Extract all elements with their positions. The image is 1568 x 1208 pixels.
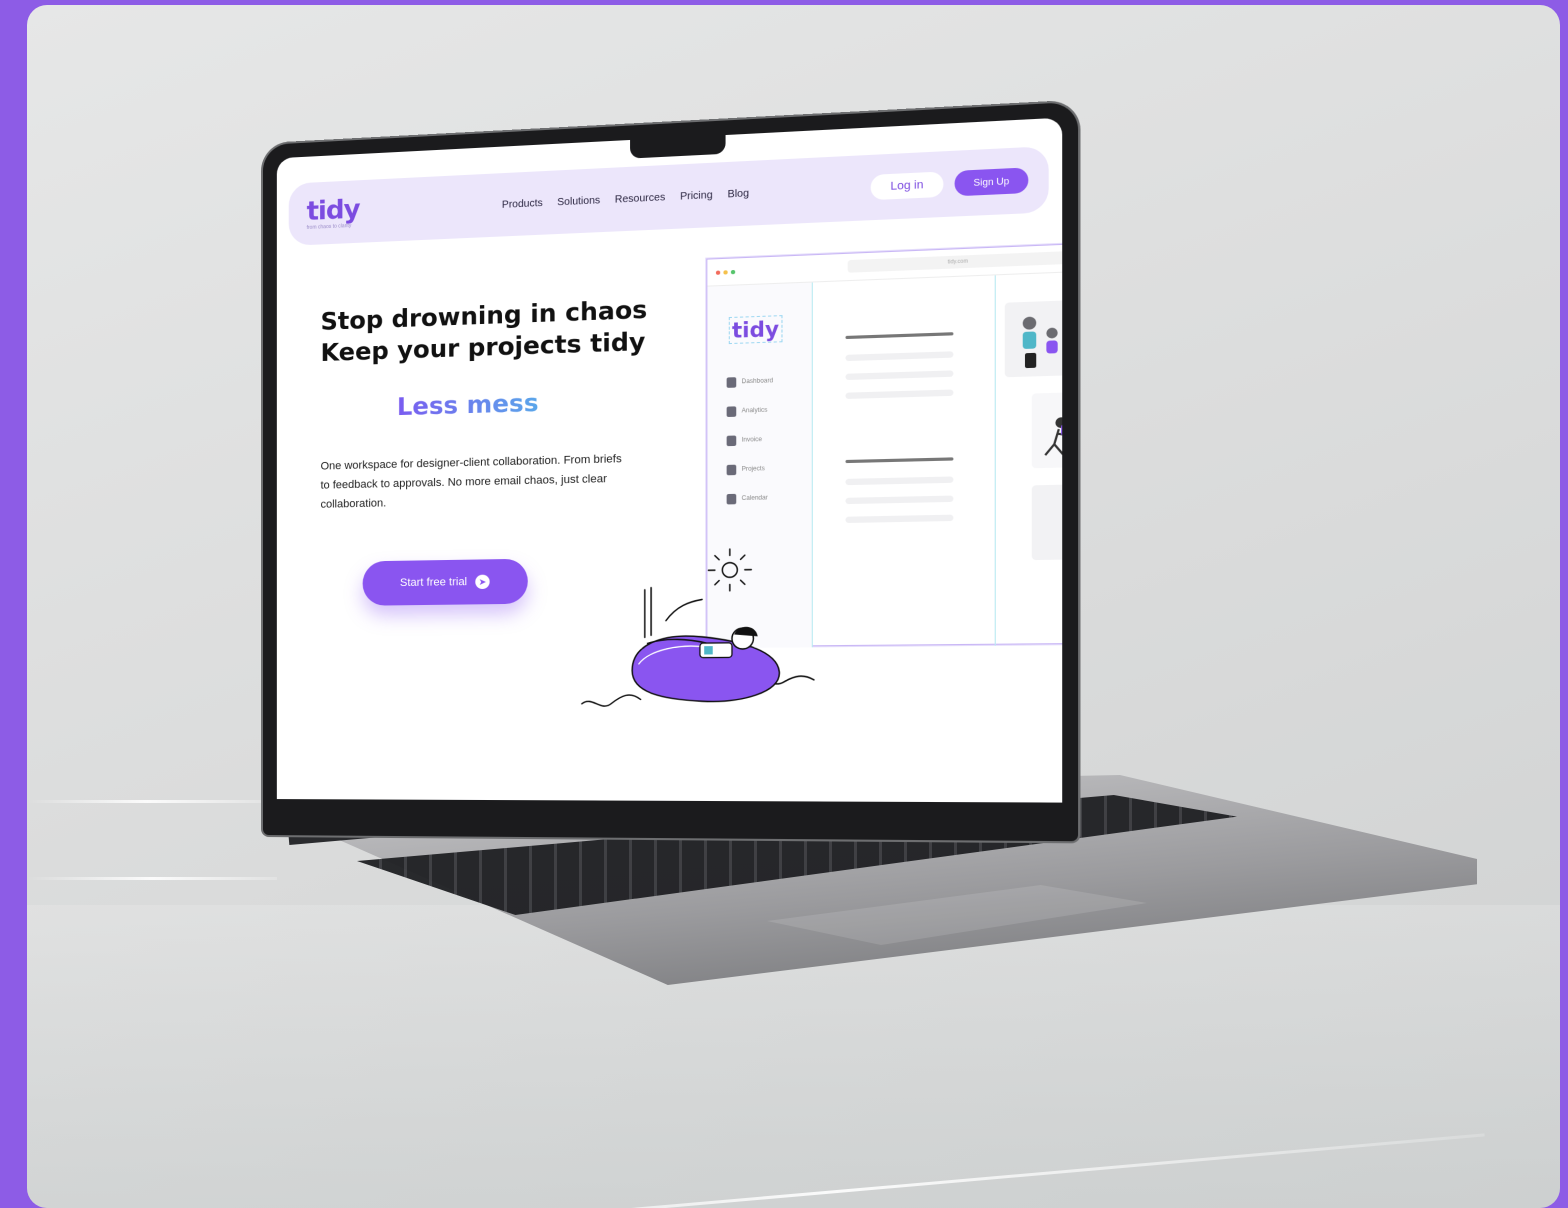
people-illustration-thumb: [1004, 300, 1063, 378]
sidebar-label: Analytics: [741, 407, 768, 415]
photo-backdrop: tidy from chaos to clarity Products Solu…: [27, 5, 1560, 1208]
nav-menu: Products Solutions Resources Pricing Blo…: [502, 188, 749, 211]
mockup-url-bar: tidy.com: [847, 251, 1063, 273]
logo-tagline: from chaos to clarity: [306, 222, 352, 232]
nav-item-pricing[interactable]: Pricing: [680, 189, 713, 202]
placeholder-heading: [845, 457, 954, 464]
website-display: tidy from chaos to clarity Products Solu…: [276, 117, 1063, 803]
nav-item-resources[interactable]: Resources: [615, 191, 665, 205]
placeholder-line: [845, 514, 954, 524]
placeholder-line: [845, 389, 954, 399]
placeholder-line: [845, 495, 954, 505]
laptop: tidy from chaos to clarity Products Solu…: [27, 5, 1560, 1208]
placeholder-heading: [845, 332, 954, 340]
runner-illustration-thumb: [1031, 392, 1063, 469]
sidebar-label: Invoice: [741, 436, 763, 444]
runner-illustration: [1032, 417, 1063, 468]
sidebar-label: Projects: [741, 466, 765, 473]
chart-icon: [726, 406, 737, 418]
sidebar-item-projects: Projects: [726, 464, 765, 476]
signup-button[interactable]: Sign Up: [954, 167, 1029, 197]
sidebar-item-invoice: Invoice: [726, 435, 763, 447]
hero-description: One workspace for designer-client collab…: [320, 452, 622, 511]
mockup-content: [812, 275, 996, 648]
cta-label: Start free trial: [399, 575, 468, 590]
start-trial-button[interactable]: Start free trial ➤: [362, 558, 528, 606]
site-logo[interactable]: tidy from chaos to clarity: [307, 194, 360, 231]
content-thumb: [1031, 484, 1063, 561]
laptop-screen: tidy from chaos to clarity Products Solu…: [263, 101, 1079, 852]
sidebar-item-calendar: Calendar: [726, 493, 768, 505]
camera-notch: [630, 130, 726, 159]
document-icon: [726, 464, 737, 476]
sunbathing-illustration: [571, 545, 827, 724]
sidebar-item-dashboard: Dashboard: [726, 376, 774, 388]
calendar-icon: [726, 493, 737, 505]
hero-headline: Stop drowning in chaos Keep your project…: [321, 294, 648, 369]
grid-icon: [726, 377, 737, 388]
nav-item-products[interactable]: Products: [502, 197, 543, 210]
top-nav: tidy from chaos to clarity Products Solu…: [288, 146, 1049, 246]
invoice-icon: [726, 435, 737, 447]
nav-item-solutions[interactable]: Solutions: [557, 195, 600, 208]
placeholder-line: [845, 351, 954, 362]
arrow-right-circle-icon: ➤: [475, 574, 490, 590]
hero-accent: Less mess: [396, 388, 539, 422]
mockup-logo: tidy: [728, 315, 783, 345]
window-close-dot: [715, 270, 721, 275]
window-minimize-dot: [723, 269, 728, 275]
window-maximize-dot: [730, 269, 736, 274]
sidebar-label: Dashboard: [741, 378, 774, 386]
placeholder-line: [845, 370, 954, 381]
login-button[interactable]: Log in: [870, 171, 944, 201]
sidebar-item-analytics: Analytics: [726, 405, 768, 418]
nav-item-blog[interactable]: Blog: [728, 188, 749, 200]
placeholder-line: [845, 476, 954, 486]
people-illustration: [1022, 316, 1058, 369]
sidebar-label: Calendar: [741, 495, 768, 503]
